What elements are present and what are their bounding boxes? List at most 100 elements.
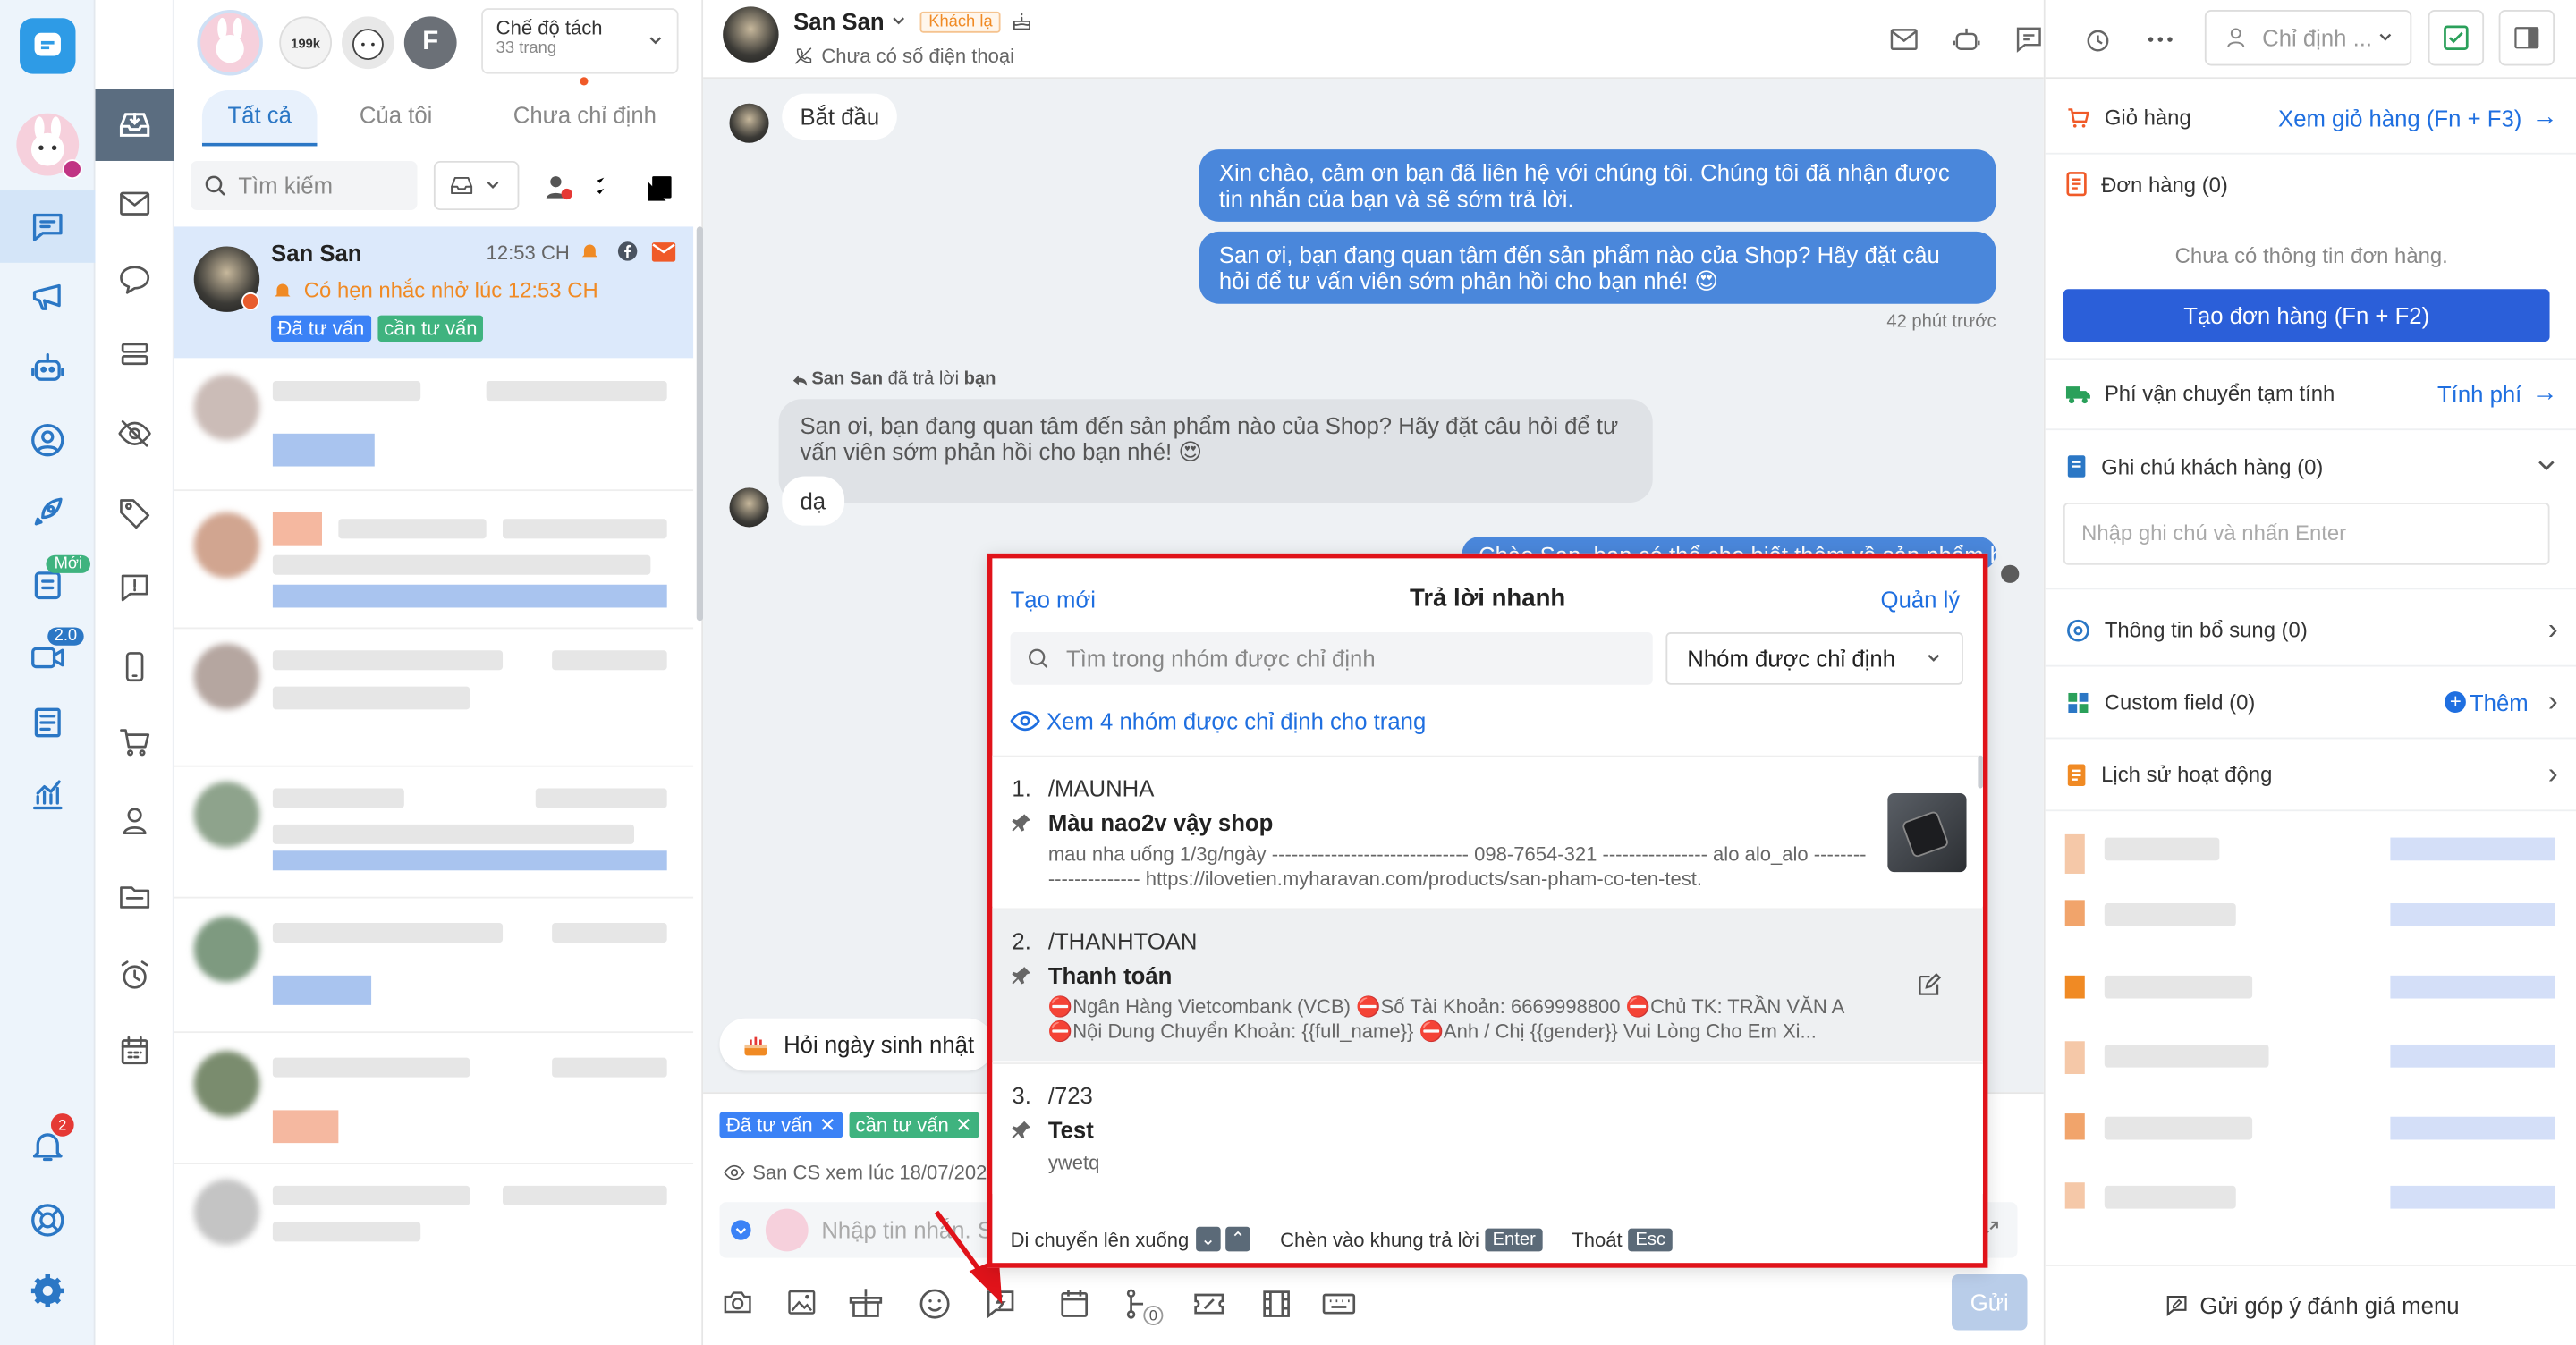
toggle-panel-button[interactable]: [2498, 10, 2555, 66]
app-logo[interactable]: [0, 10, 96, 82]
list-item-active[interactable]: San San 12:53 CH Có hẹn nhắc nhở lúc 12:…: [174, 226, 694, 359]
edit-icon[interactable]: [1916, 972, 1942, 998]
page-avatar-active[interactable]: [197, 10, 263, 76]
quick-reply-item-selected[interactable]: 2. /THANHTOAN Thanh toán ⛔Ngân Hàng Viet…: [992, 908, 1983, 1062]
tag-consulted[interactable]: Đã tư vấn ✕: [719, 1112, 843, 1138]
extra-info-row[interactable]: Thông tin bổ sung (0) ›: [2045, 595, 2576, 667]
tab-mine[interactable]: Của tôi: [347, 90, 445, 146]
notes-input[interactable]: Nhập ghi chú và nhấn Enter: [2063, 502, 2550, 565]
nav-reports[interactable]: [96, 552, 174, 624]
rail-campaign[interactable]: [0, 259, 96, 332]
nav-phone[interactable]: [96, 630, 174, 703]
list-scrollbar[interactable]: [696, 226, 704, 622]
mail-check-icon[interactable]: [1886, 23, 1922, 56]
page-avatar-legend[interactable]: 199k: [279, 16, 333, 70]
camera-icon[interactable]: [719, 1286, 755, 1319]
add-custom-field-button[interactable]: + Thêm: [2445, 689, 2529, 715]
nav-calendar[interactable]: [96, 1015, 174, 1087]
nav-posts[interactable]: [96, 318, 174, 391]
chevron-right-icon: ›: [2547, 684, 2558, 718]
assign-select[interactable]: Chỉ định ...: [2204, 10, 2412, 66]
page-avatar-kitty[interactable]: [342, 16, 394, 70]
image-icon[interactable]: [784, 1286, 819, 1319]
checklist-icon[interactable]: [591, 171, 627, 204]
nav-assigned[interactable]: [96, 785, 174, 858]
list-item[interactable]: [272, 381, 421, 402]
nav-tags[interactable]: [96, 477, 174, 549]
create-order-button[interactable]: Tạo đơn hàng (Fn + F2): [2063, 289, 2550, 342]
split-mode-select[interactable]: Chế độ tách 33 trang: [481, 8, 679, 74]
pin-icon[interactable]: [1012, 1120, 1031, 1139]
nav-inbox[interactable]: [95, 89, 174, 161]
list-item-avatar[interactable]: [193, 374, 260, 441]
discount-icon[interactable]: [1191, 1286, 1227, 1322]
mark-read-icon[interactable]: [644, 171, 677, 204]
view-cart-link[interactable]: Xem giỏ hàng (Fn + F3) →: [2278, 103, 2558, 132]
rail-livestream[interactable]: 2.0: [0, 621, 96, 693]
close-icon[interactable]: ✕: [819, 1113, 835, 1137]
chevron-down-icon: [2538, 461, 2555, 471]
reminder-icon[interactable]: [2081, 23, 2114, 56]
rail-notifications[interactable]: 2: [0, 1110, 96, 1182]
contact-name[interactable]: San San: [793, 8, 884, 34]
customer-notes-row[interactable]: Ghi chú khách hàng (0): [2046, 430, 2576, 503]
channel-filter-select[interactable]: [433, 160, 520, 211]
activity-history-row[interactable]: Lịch sử hoạt động ›: [2045, 739, 2576, 812]
sender-avatar: [765, 1208, 809, 1252]
more-icon[interactable]: [2144, 23, 2177, 56]
chevron-down-icon[interactable]: [891, 13, 907, 30]
tab-all[interactable]: Tất cả: [201, 90, 318, 147]
tag-need-consult[interactable]: cần tư vấn ✕: [849, 1112, 979, 1138]
pin-icon[interactable]: [1012, 966, 1031, 985]
nav-cart[interactable]: [96, 706, 174, 779]
send-button[interactable]: Gửi: [1951, 1274, 2028, 1331]
close-icon[interactable]: ✕: [955, 1113, 971, 1137]
rail-help[interactable]: [0, 1184, 96, 1256]
popup-scrollbar[interactable]: [1978, 755, 1983, 789]
keyboard-icon[interactable]: [1321, 1286, 1357, 1322]
tab-unassigned[interactable]: Chưa chỉ định: [495, 90, 675, 146]
rail-orders[interactable]: Mới: [0, 548, 96, 621]
custom-field-row[interactable]: Custom field (0) + Thêm ›: [2045, 667, 2576, 740]
note-icon[interactable]: [2012, 23, 2046, 56]
calc-fee-link[interactable]: Tính phí →: [2437, 378, 2558, 408]
quick-reply-item[interactable]: 1. /MAUNHA Màu nao2v vậy shop mau nha uố…: [992, 755, 1983, 907]
user-avatar[interactable]: [0, 106, 96, 184]
nav-folder[interactable]: [96, 860, 174, 933]
page-avatar-letter[interactable]: F: [403, 16, 457, 70]
cake-icon[interactable]: [1011, 10, 1034, 33]
rail-rocket[interactable]: [0, 477, 96, 549]
conv-tags: Đã tư vấn cần tư vấn: [271, 315, 484, 342]
quick-reply-search-input[interactable]: Tìm trong nhóm được chỉ định: [1010, 632, 1653, 685]
robot-icon[interactable]: [1948, 23, 1984, 56]
assign-placeholder: Chỉ định ...: [2262, 24, 2373, 51]
quick-reply-item[interactable]: 3. /723 Test ywetq: [992, 1062, 1983, 1195]
rail-settings[interactable]: [0, 1255, 96, 1327]
rail-customers[interactable]: [0, 404, 96, 477]
rail-bot[interactable]: [0, 332, 96, 404]
manage-link[interactable]: Quản lý: [1881, 587, 1961, 613]
calendar-icon[interactable]: [1056, 1286, 1092, 1322]
search-input[interactable]: Tìm kiếm: [191, 160, 418, 211]
rail-analytics[interactable]: [0, 758, 96, 831]
nav-messages[interactable]: [96, 167, 174, 240]
film-icon[interactable]: [1258, 1286, 1294, 1322]
assign-filter-icon[interactable]: [542, 171, 575, 204]
group-select[interactable]: Nhóm được chỉ định: [1665, 632, 1963, 685]
nav-hidden[interactable]: [96, 397, 174, 469]
rail-report[interactable]: [0, 687, 96, 759]
rail-chat[interactable]: [0, 190, 96, 263]
feedback-button[interactable]: Gửi góp ý đánh giá menu: [2045, 1265, 2576, 1345]
nav-reminders[interactable]: [96, 939, 174, 1011]
mark-done-button[interactable]: [2428, 10, 2485, 66]
view-groups-link[interactable]: Xem 4 nhóm được chỉ định cho trang: [1010, 707, 1426, 734]
contact-avatar[interactable]: [723, 6, 779, 63]
nav-comments[interactable]: [96, 243, 174, 316]
eye-icon: [1010, 711, 1040, 732]
channel-dropdown-icon[interactable]: [729, 1219, 752, 1242]
product-upload-icon[interactable]: [848, 1286, 884, 1322]
pin-icon[interactable]: [1012, 813, 1031, 833]
create-quick-reply-link[interactable]: Tạo mới: [1011, 587, 1096, 613]
birthday-suggestion-chip[interactable]: Hỏi ngày sinh nhật: [719, 1018, 995, 1071]
add-label: Thêm: [2469, 689, 2529, 715]
